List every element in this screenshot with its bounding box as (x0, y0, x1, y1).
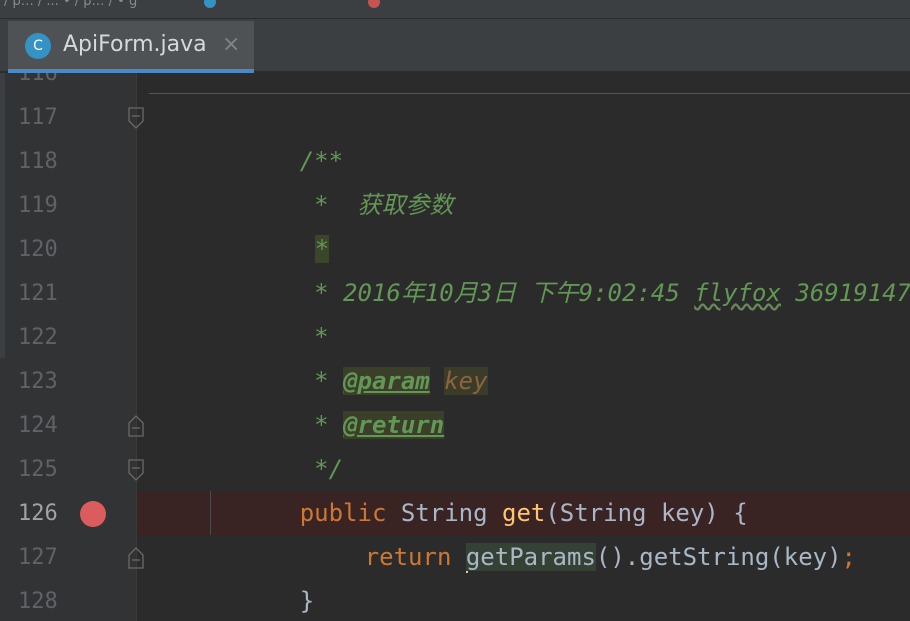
line-number: 122 (18, 325, 58, 350)
code-area[interactable]: /** * 获取参数 * * 2016年10月3日 下午9:02:45 flyf… (137, 73, 910, 621)
breadcrumb[interactable]: / p… / ... • / p… / • g (4, 0, 137, 9)
highlighted-call: getParams (465, 543, 596, 571)
line-number: 125 (18, 457, 58, 482)
line-number: 123 (18, 369, 58, 394)
javadoc-return-tag: @return (343, 411, 445, 439)
method-separator (149, 93, 910, 94)
class-icon (204, 0, 216, 8)
comment-date: * 2016年10月3日 下午9:02:45 (299, 279, 695, 307)
comment-author: flyfox (694, 279, 781, 307)
line-number: 121 (18, 281, 58, 306)
code-line-119[interactable]: * (228, 183, 330, 263)
line-number: 127 (18, 545, 58, 570)
code-line-123[interactable]: * @return (213, 359, 445, 439)
java-class-icon: C (25, 33, 51, 59)
code-editor[interactable]: 116 117 118 119 120 121 122 123 124 125 … (0, 73, 910, 621)
call-chain: ().getString(key) (595, 543, 842, 571)
method-icon (368, 0, 380, 8)
code-line-127[interactable]: } (213, 535, 314, 615)
gutter[interactable]: 116 117 118 119 120 121 122 123 124 125 … (0, 73, 144, 621)
line-number: 116 (18, 73, 58, 86)
tab-apiform-java[interactable]: C ApiForm.java × (8, 21, 254, 73)
line-number: 120 (18, 237, 58, 262)
editor-tab-bar: C ApiForm.java × (0, 19, 910, 73)
line-number: 128 (18, 589, 58, 614)
current-line-number: 126 (18, 501, 58, 526)
keyword-return: return (364, 543, 452, 571)
left-tool-strip (0, 73, 5, 358)
code-line-126[interactable]: return getParams().getString(key); (278, 491, 856, 573)
code-line-125[interactable]: public String get(String key) { (213, 447, 748, 527)
semicolon: ; (841, 543, 856, 571)
close-icon[interactable]: × (222, 32, 240, 57)
code-line-118[interactable]: * 获取参数 (213, 139, 453, 219)
indent-guide (210, 491, 211, 535)
closing-brace: } (299, 587, 315, 615)
code-line-121[interactable]: * (213, 271, 328, 351)
line-number: 117 (18, 105, 58, 130)
tab-label[interactable]: ApiForm.java (63, 32, 207, 57)
line-number: 124 (18, 413, 58, 438)
line-number: 118 (18, 149, 58, 174)
code-line-122[interactable]: * @param key (213, 315, 488, 395)
code-line-117[interactable]: /** (213, 95, 343, 175)
line-number: 119 (18, 193, 58, 218)
comment-contact: 369191470@ (795, 279, 910, 307)
code-line-124[interactable]: */ (213, 403, 343, 483)
breakpoint-icon[interactable] (80, 501, 106, 527)
breadcrumb-bar: / p… / ... • / p… / • g (0, 0, 910, 19)
javadoc-param-name: key (444, 367, 488, 395)
code-line-120[interactable]: * 2016年10月3日 下午9:02:45 flyfox 369191470@ (213, 227, 910, 307)
